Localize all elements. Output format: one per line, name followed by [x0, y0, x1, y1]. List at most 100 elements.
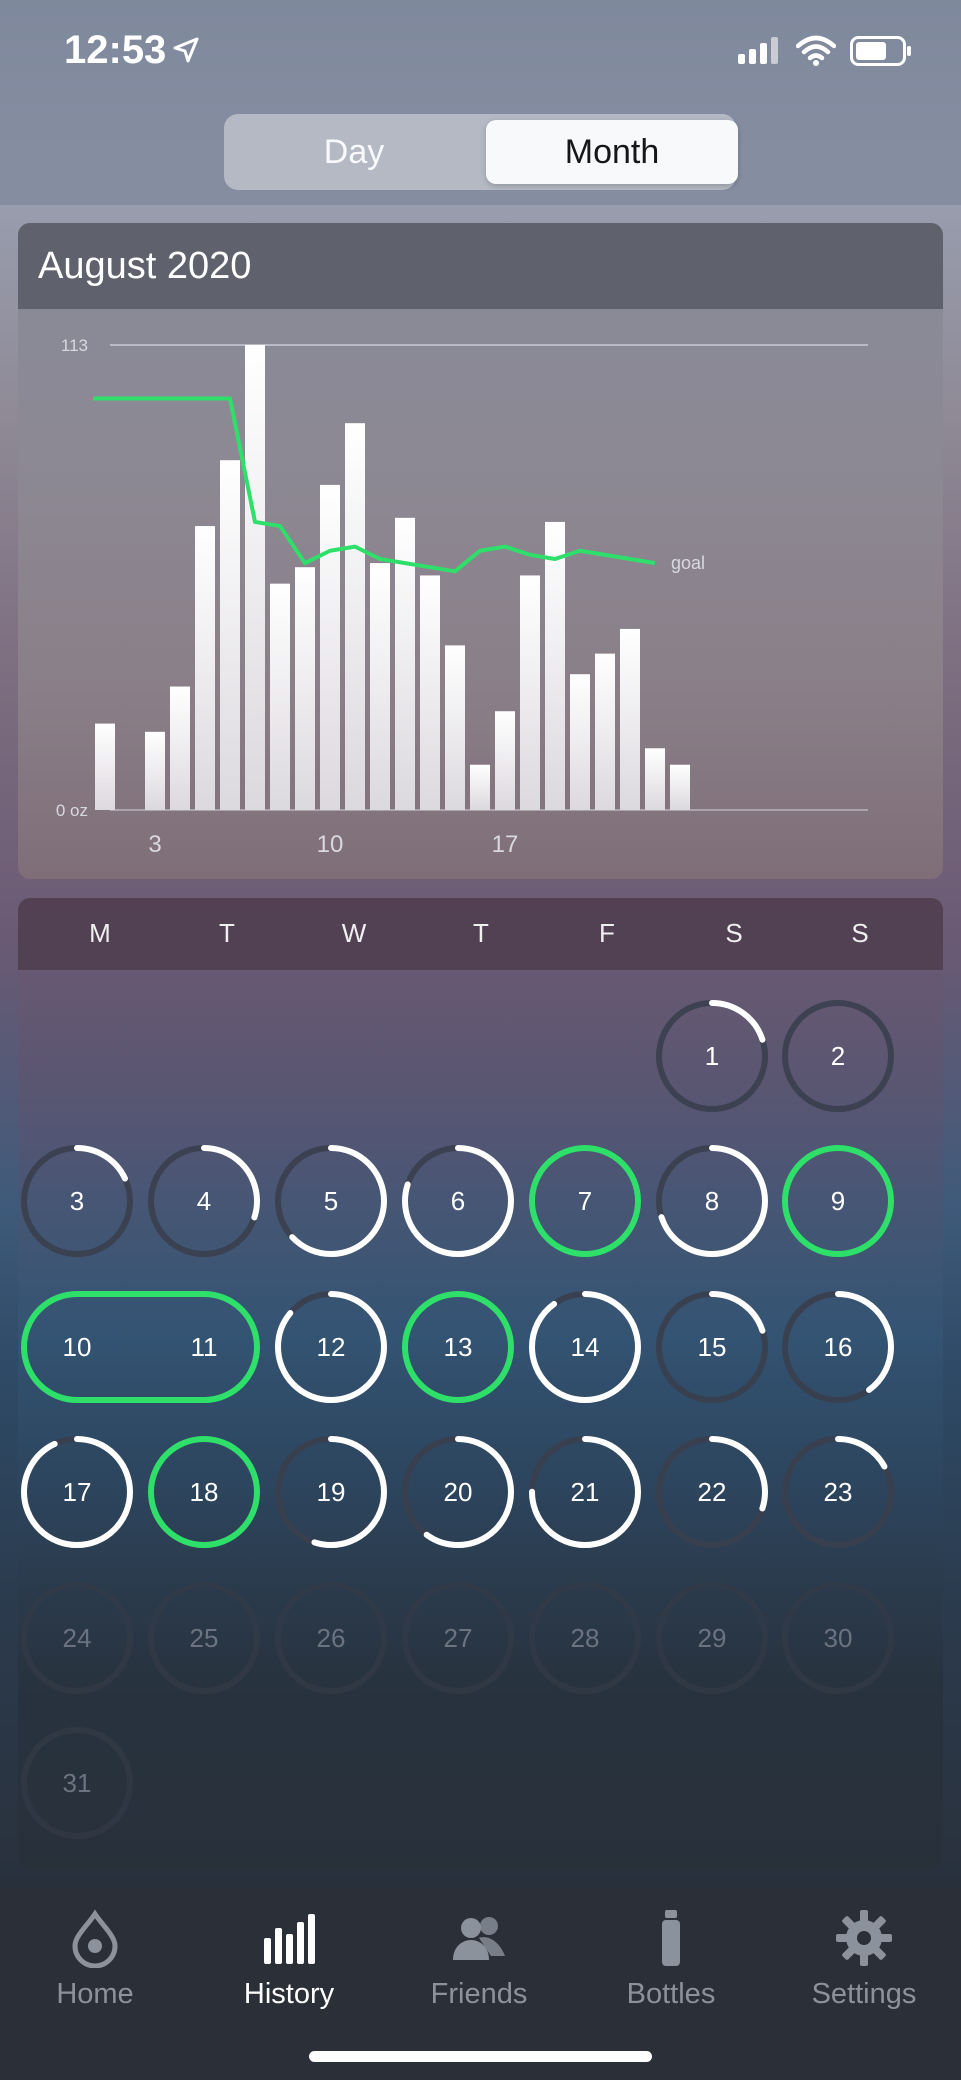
calendar-day[interactable]: 12 — [275, 1291, 387, 1403]
bar — [545, 521, 565, 810]
bar — [595, 653, 615, 810]
day-number: 26 — [317, 1623, 346, 1653]
bar — [270, 583, 290, 810]
x-tick-label: 17 — [492, 831, 519, 858]
cellular-signal-icon — [738, 37, 778, 64]
bar — [495, 711, 515, 810]
calendar-day[interactable]: 3 — [21, 1145, 133, 1257]
bar — [445, 645, 465, 810]
calendar-card: M T W T F S S 1 2 3 4 5 6 7 8 9 10 11 12 13 14 15 16 17 1… — [18, 898, 943, 1870]
day-number: 3 — [70, 1186, 84, 1216]
bottle-icon — [662, 1910, 680, 1966]
tab-bottles[interactable]: Bottles — [596, 1908, 746, 2011]
day-number: 1 — [705, 1041, 719, 1071]
x-tick-label: 3 — [148, 831, 161, 858]
tab-label: Bottles — [626, 1978, 716, 2010]
bar — [570, 674, 590, 810]
tab-label: Home — [56, 1978, 134, 2010]
day-number: 29 — [698, 1623, 727, 1653]
calendar-day[interactable]: 30 — [782, 1582, 894, 1694]
day-number: 21 — [571, 1477, 600, 1507]
calendar-day[interactable]: 16 — [782, 1291, 894, 1403]
day-number: 14 — [571, 1332, 600, 1362]
calendar-day[interactable]: 7 — [529, 1145, 641, 1257]
calendar-day[interactable]: 5 — [275, 1145, 387, 1257]
calendar-day[interactable]: 27 — [402, 1582, 514, 1694]
day-number: 19 — [317, 1477, 346, 1507]
day-number: 20 — [444, 1477, 473, 1507]
chart-header: August 2020 — [18, 223, 943, 309]
day-number: 9 — [831, 1186, 845, 1216]
day-number: 7 — [578, 1186, 592, 1216]
calendar-day[interactable]: 2 — [782, 1000, 894, 1112]
bar — [95, 723, 115, 810]
calendar-day[interactable]: 26 — [275, 1582, 387, 1694]
day-number: 4 — [197, 1186, 211, 1216]
calendar-day[interactable]: 6 — [402, 1145, 514, 1257]
calendar-day[interactable]: 11 — [191, 1332, 218, 1362]
bar — [370, 563, 390, 810]
wifi-icon — [796, 35, 836, 66]
calendar-day[interactable]: 22 — [656, 1436, 768, 1548]
bar — [145, 731, 165, 810]
day-number: 30 — [824, 1623, 853, 1653]
day-number: 23 — [824, 1477, 853, 1507]
calendar-day[interactable]: 23 — [782, 1436, 894, 1548]
day-number: 22 — [698, 1477, 727, 1507]
calendar-day[interactable]: 17 — [21, 1436, 133, 1548]
y-tick-label: 113 — [61, 336, 88, 355]
calendar-day[interactable]: 1 — [656, 1000, 768, 1112]
day-number: 16 — [824, 1332, 853, 1362]
day-number: 8 — [705, 1186, 719, 1216]
chart-title: August 2020 — [38, 245, 252, 287]
bar — [420, 575, 440, 810]
bar — [620, 628, 640, 810]
location-arrow-icon — [173, 37, 199, 63]
calendar-day[interactable]: 8 — [656, 1145, 768, 1257]
calendar-day[interactable]: 9 — [782, 1145, 894, 1257]
gear-icon — [836, 1910, 892, 1966]
tab-history[interactable]: History — [214, 1908, 364, 2011]
tab-label: Settings — [811, 1978, 917, 2010]
calendar-day[interactable]: 24 — [21, 1582, 133, 1694]
calendar-day[interactable]: 31 — [21, 1727, 133, 1839]
goal-label: goal — [671, 553, 705, 573]
day-number: 6 — [451, 1186, 465, 1216]
calendar-day[interactable]: 15 — [656, 1291, 768, 1403]
streak-ring — [21, 1291, 260, 1403]
calendar-day[interactable]: 18 — [148, 1436, 260, 1548]
month-segment-button[interactable]: Month — [486, 120, 738, 184]
calendar-day[interactable]: 10 — [63, 1332, 92, 1362]
calendar-day[interactable]: 13 — [402, 1291, 514, 1403]
calendar-day[interactable]: 4 — [148, 1145, 260, 1257]
calendar-grid: 1 23 4 5 6 7 8 910 11 12 13 14 15 1617 18 19 20 21 22 2324 2… — [21, 1000, 894, 1839]
y-tick-label: 0 oz — [56, 801, 88, 820]
goal-line — [93, 396, 656, 574]
day-number: 24 — [63, 1623, 92, 1653]
calendar-day[interactable]: 28 — [529, 1582, 641, 1694]
calendar-day[interactable]: 29 — [656, 1582, 768, 1694]
tab-friends[interactable]: Friends — [404, 1908, 554, 2011]
day-segment-button[interactable]: Day — [228, 120, 480, 184]
calendar-day[interactable]: 20 — [402, 1436, 514, 1548]
monthly-chart-card: August 2020 113 0 oz goal 3 10 17 — [18, 223, 943, 879]
home-indicator — [309, 2051, 652, 2062]
bar — [170, 686, 190, 810]
day-number: 27 — [444, 1623, 473, 1653]
drop-icon — [72, 1909, 118, 1968]
calendar-day[interactable]: 19 — [275, 1436, 387, 1548]
tab-settings[interactable]: Settings — [789, 1908, 939, 2011]
day-number: 10 — [63, 1332, 92, 1362]
x-tick-label: 10 — [317, 831, 344, 858]
calendar-day[interactable]: 21 — [529, 1436, 641, 1548]
tab-label: Friends — [430, 1978, 528, 2010]
tab-home[interactable]: Home — [20, 1908, 170, 2011]
bar — [345, 423, 365, 810]
calendar-day[interactable]: 14 — [529, 1291, 641, 1403]
bar — [470, 764, 490, 810]
day-number: 17 — [63, 1477, 92, 1507]
day-number: 2 — [831, 1041, 845, 1071]
calendar-day[interactable]: 25 — [148, 1582, 260, 1694]
status-bar: 12:53 — [0, 0, 961, 110]
battery-icon — [850, 36, 911, 66]
